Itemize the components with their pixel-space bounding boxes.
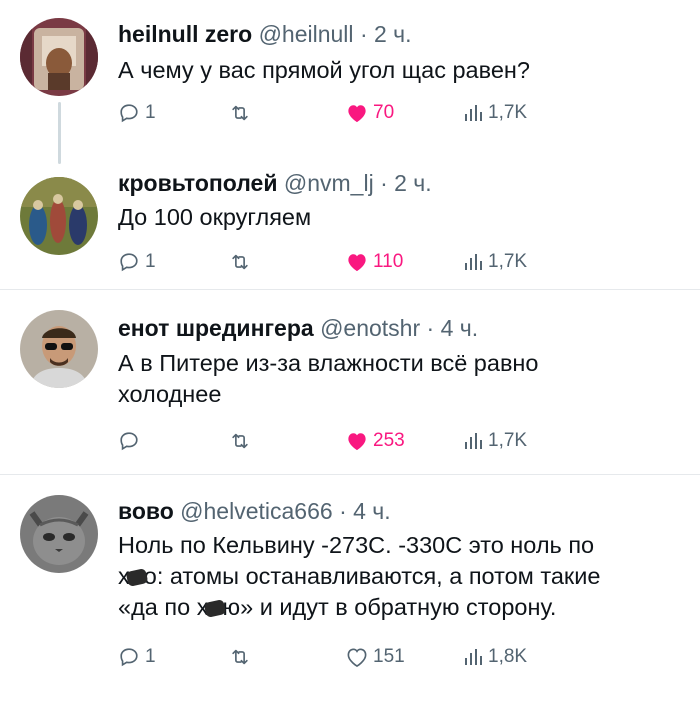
tweet-text-line: «да по х ю» и идут в обратную сторону.	[118, 594, 557, 620]
author-handle[interactable]: @helvetica666	[180, 498, 333, 524]
tweet-text-line: холоднее	[118, 381, 222, 407]
timestamp[interactable]: · 4 ч.	[339, 498, 391, 524]
tweet-text-line: А в Питере из-за влажности всё равно	[118, 350, 539, 376]
reply-count: 1	[145, 102, 156, 123]
author-name[interactable]: heilnull zero	[118, 21, 252, 47]
like-count: 253	[373, 430, 405, 451]
reply-count: 1	[145, 646, 156, 667]
like-count: 110	[373, 251, 404, 272]
author-handle[interactable]: @enotshr	[320, 315, 420, 341]
reply-button[interactable]: 1	[118, 98, 156, 128]
retweet-icon	[232, 649, 248, 665]
tweet-actions: 1 110 1,7K	[118, 247, 558, 277]
reply-icon	[120, 432, 138, 451]
tweet-text-line: х о: атомы останавливаются, а потом такие	[118, 563, 601, 589]
tweet-actions: 253 1,7K	[118, 426, 558, 456]
views-icon	[465, 105, 482, 121]
author-handle[interactable]: @nvm_lj	[284, 170, 374, 196]
views-button[interactable]: 1,7K	[463, 98, 527, 128]
tweet-2[interactable]: кровьтополей @nvm_lj · 2 ч. До 100 округ…	[0, 145, 700, 288]
view-count: 1,7K	[488, 102, 528, 123]
retweet-button[interactable]	[228, 98, 252, 128]
views-icon	[465, 254, 482, 270]
retweet-button[interactable]	[228, 247, 252, 277]
like-button[interactable]: 70	[346, 98, 394, 128]
tweet-3[interactable]: енот шредингера @enotshr · 4 ч. А в Пите…	[0, 290, 700, 474]
tweet-header: кровьтополей @nvm_lj · 2 ч.	[118, 169, 432, 197]
reply-button[interactable]: 1	[118, 247, 156, 277]
author-name[interactable]: вово	[118, 498, 174, 524]
heart-icon	[348, 254, 366, 272]
retweet-icon	[232, 105, 248, 121]
tweet-text: До 100 округляем	[118, 204, 312, 230]
heart-icon	[348, 105, 366, 123]
reply-count: 1	[145, 251, 156, 272]
view-count: 1,7K	[488, 430, 528, 451]
retweet-icon	[232, 433, 248, 449]
like-button[interactable]: 110	[346, 247, 403, 277]
tweet-text-line: Ноль по Кельвину -273С. -330С это ноль п…	[118, 532, 595, 558]
like-count: 151	[373, 646, 405, 667]
retweet-icon	[232, 254, 248, 270]
avatar[interactable]	[20, 310, 98, 388]
retweet-button[interactable]	[228, 426, 252, 456]
heart-icon	[347, 648, 367, 667]
heart-icon	[348, 433, 366, 451]
reply-icon	[120, 253, 138, 272]
timestamp[interactable]: · 4 ч.	[427, 315, 479, 341]
views-button[interactable]: 1,8K	[463, 642, 527, 672]
view-count: 1,8K	[488, 646, 528, 667]
views-button[interactable]: 1,7K	[463, 247, 527, 277]
avatar[interactable]	[20, 18, 98, 96]
timestamp[interactable]: · 2 ч.	[360, 21, 412, 47]
timestamp[interactable]: · 2 ч.	[380, 170, 432, 196]
tweet-header: енот шредингера @enotshr · 4 ч.	[118, 314, 478, 342]
views-button[interactable]: 1,7K	[463, 426, 527, 456]
reply-button[interactable]: 1	[118, 642, 156, 672]
tweet-1[interactable]: heilnull zero @heilnull · 2 ч. А чему у …	[0, 0, 700, 145]
author-name[interactable]: кровьтополей	[118, 170, 277, 196]
reply-button[interactable]	[118, 426, 145, 456]
tweet-text: А в Питере из-за влажности всё равно хол…	[118, 348, 678, 410]
like-count: 70	[373, 102, 395, 123]
tweet-actions: 1 70 1,7K	[118, 98, 558, 128]
author-handle[interactable]: @heilnull	[259, 21, 354, 47]
avatar[interactable]	[20, 495, 98, 573]
like-button[interactable]: 151	[346, 642, 405, 672]
view-count: 1,7K	[488, 251, 528, 272]
tweet-text: А чему у вас прямой угол щас равен?	[118, 57, 530, 83]
like-button[interactable]: 253	[346, 426, 405, 456]
tweet-actions: 1 151 1,8K	[118, 642, 558, 672]
tweet-4[interactable]: вово @helvetica666 · 4 ч. Ноль по Кельви…	[0, 475, 700, 705]
author-name[interactable]: енот шредингера	[118, 315, 314, 341]
views-icon	[465, 433, 482, 449]
tweet-header: вово @helvetica666 · 4 ч.	[118, 497, 391, 525]
tweet-text: Ноль по Кельвину -273С. -330С это ноль п…	[118, 530, 678, 623]
avatar[interactable]	[20, 177, 98, 255]
tweet-header: heilnull zero @heilnull · 2 ч.	[118, 20, 412, 48]
reply-icon	[120, 104, 138, 123]
reply-icon	[120, 648, 138, 667]
retweet-button[interactable]	[228, 642, 252, 672]
views-icon	[465, 649, 482, 665]
